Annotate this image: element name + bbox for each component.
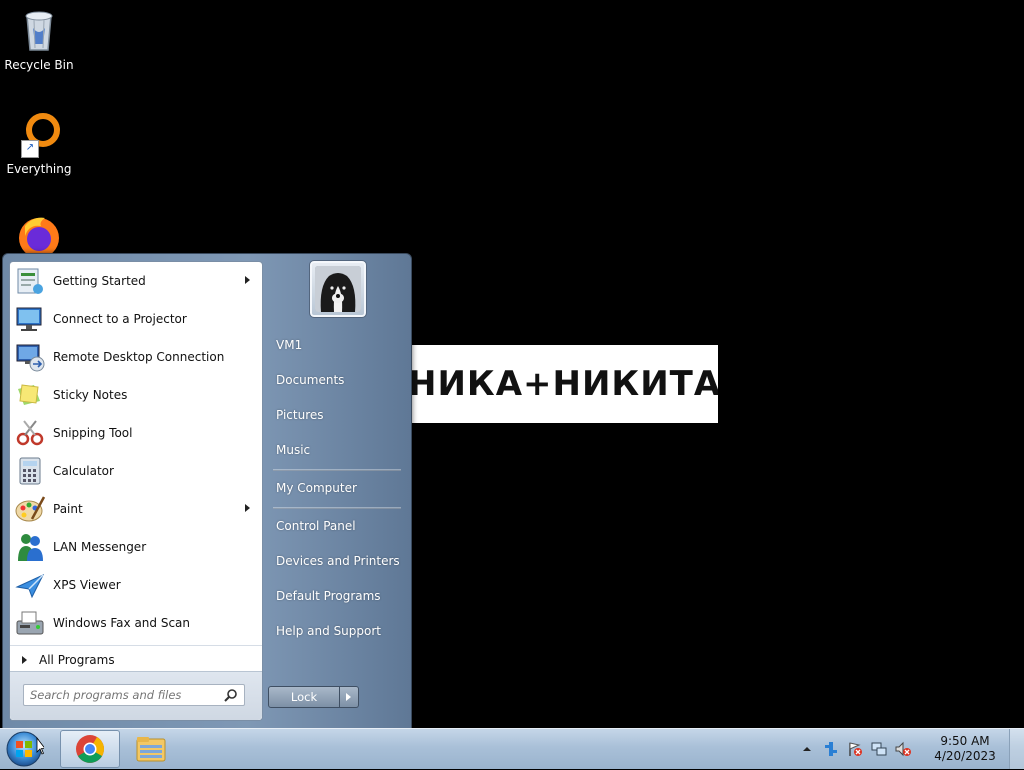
recycle-bin-icon: [15, 6, 63, 54]
network-icon[interactable]: [871, 741, 887, 757]
places-item-devices-printers[interactable]: Devices and Printers: [276, 554, 400, 568]
program-label: Snipping Tool: [53, 426, 133, 440]
program-item-connect-projector[interactable]: Connect to a Projector: [10, 300, 262, 338]
start-menu-programs-pane: Getting Started Connect to a Projector R…: [9, 261, 263, 721]
getting-started-icon: [17, 268, 43, 294]
program-label: Connect to a Projector: [53, 312, 187, 326]
remote-desktop-icon: [16, 344, 45, 372]
projector-icon: [16, 307, 42, 331]
everything-icon: ↗: [15, 110, 63, 158]
start-menu: Getting Started Connect to a Projector R…: [2, 253, 412, 730]
file-explorer-icon: [136, 737, 166, 762]
program-item-getting-started[interactable]: Getting Started: [10, 262, 262, 300]
taskbar: 9:50 AM 4/20/2023: [0, 728, 1024, 769]
shutdown-options-button[interactable]: [340, 686, 359, 708]
expand-arrow-icon: [22, 656, 27, 664]
desktop-icon-recycle-bin[interactable]: Recycle Bin: [0, 6, 78, 72]
places-item-default-programs[interactable]: Default Programs: [276, 589, 381, 603]
program-label: Paint: [53, 502, 83, 516]
program-item-snipping-tool[interactable]: Snipping Tool: [10, 414, 262, 452]
program-item-fax-scan[interactable]: Windows Fax and Scan: [10, 604, 262, 642]
lock-button[interactable]: Lock: [268, 686, 340, 708]
clock[interactable]: 9:50 AM 4/20/2023: [921, 734, 1009, 764]
start-button[interactable]: [4, 730, 44, 768]
lock-button-group: Lock: [268, 686, 359, 708]
fax-scan-icon: [16, 611, 44, 635]
submenu-arrow-icon[interactable]: [245, 504, 250, 512]
snipping-tool-icon: [16, 420, 44, 446]
program-item-sticky-notes[interactable]: Sticky Notes: [10, 376, 262, 414]
search-input[interactable]: [24, 687, 224, 703]
desktop-icon-everything[interactable]: ↗ Everything: [0, 110, 78, 176]
show-desktop-button[interactable]: [1009, 729, 1024, 769]
places-separator: [273, 507, 401, 509]
paint-icon: [15, 496, 46, 522]
desktop-icon-label: Everything: [6, 162, 72, 176]
volume-muted-icon[interactable]: [895, 741, 911, 757]
calculator-icon: [19, 457, 41, 485]
search-icon[interactable]: [224, 688, 238, 702]
xps-viewer-icon: [15, 573, 45, 599]
places-item-help-support[interactable]: Help and Support: [276, 624, 381, 638]
program-item-lan-messenger[interactable]: LAN Messenger: [10, 528, 262, 566]
wallpaper-banner: НИКА+НИКИТА=: [410, 345, 718, 423]
dog-picture-icon: [315, 266, 361, 312]
action-center-icon[interactable]: [847, 741, 863, 757]
sticky-notes-icon: [18, 384, 40, 405]
program-list: Getting Started Connect to a Projector R…: [10, 262, 262, 642]
chrome-icon: [76, 735, 104, 763]
places-item-user[interactable]: VM1: [276, 338, 302, 352]
program-item-remote-desktop[interactable]: Remote Desktop Connection: [10, 338, 262, 376]
user-avatar[interactable]: [309, 260, 367, 318]
clock-date: 4/20/2023: [934, 749, 996, 763]
search-box: [23, 684, 245, 706]
places-item-pictures[interactable]: Pictures: [276, 408, 324, 422]
wallpaper-text: НИКА+НИКИТА=: [410, 364, 718, 404]
search-area: [10, 671, 262, 720]
taskbar-chrome-button[interactable]: [60, 730, 120, 768]
start-menu-places-pane: VM1 Documents Pictures Music My Computer…: [265, 254, 411, 729]
network-adapter-icon[interactable]: [823, 741, 839, 757]
all-programs-button[interactable]: All Programs: [10, 645, 262, 674]
places-item-documents[interactable]: Documents: [276, 373, 344, 387]
show-hidden-icons-icon[interactable]: [799, 741, 815, 757]
all-programs-label: All Programs: [39, 653, 115, 667]
program-label: Windows Fax and Scan: [53, 616, 191, 630]
program-label: Sticky Notes: [53, 388, 128, 402]
program-label: Remote Desktop Connection: [53, 350, 225, 364]
program-label: XPS Viewer: [53, 578, 121, 592]
submenu-arrow-icon[interactable]: [245, 276, 250, 284]
program-label: Getting Started: [53, 274, 146, 288]
taskbar-explorer-button[interactable]: [122, 730, 180, 766]
program-label: LAN Messenger: [53, 540, 147, 554]
places-item-music[interactable]: Music: [276, 443, 310, 457]
shortcut-arrow-icon: ↗: [21, 140, 39, 158]
program-item-xps-viewer[interactable]: XPS Viewer: [10, 566, 262, 604]
lan-messenger-icon: [18, 534, 43, 561]
places-separator: [273, 469, 401, 471]
system-tray: 9:50 AM 4/20/2023: [795, 729, 1024, 769]
desktop-icon-label: Recycle Bin: [4, 58, 74, 72]
program-item-calculator[interactable]: Calculator: [10, 452, 262, 490]
places-item-control-panel[interactable]: Control Panel: [276, 519, 356, 533]
program-item-paint[interactable]: Paint: [10, 490, 262, 528]
places-item-computer[interactable]: My Computer: [276, 481, 357, 495]
program-label: Calculator: [53, 464, 114, 478]
clock-time: 9:50 AM: [940, 734, 990, 748]
